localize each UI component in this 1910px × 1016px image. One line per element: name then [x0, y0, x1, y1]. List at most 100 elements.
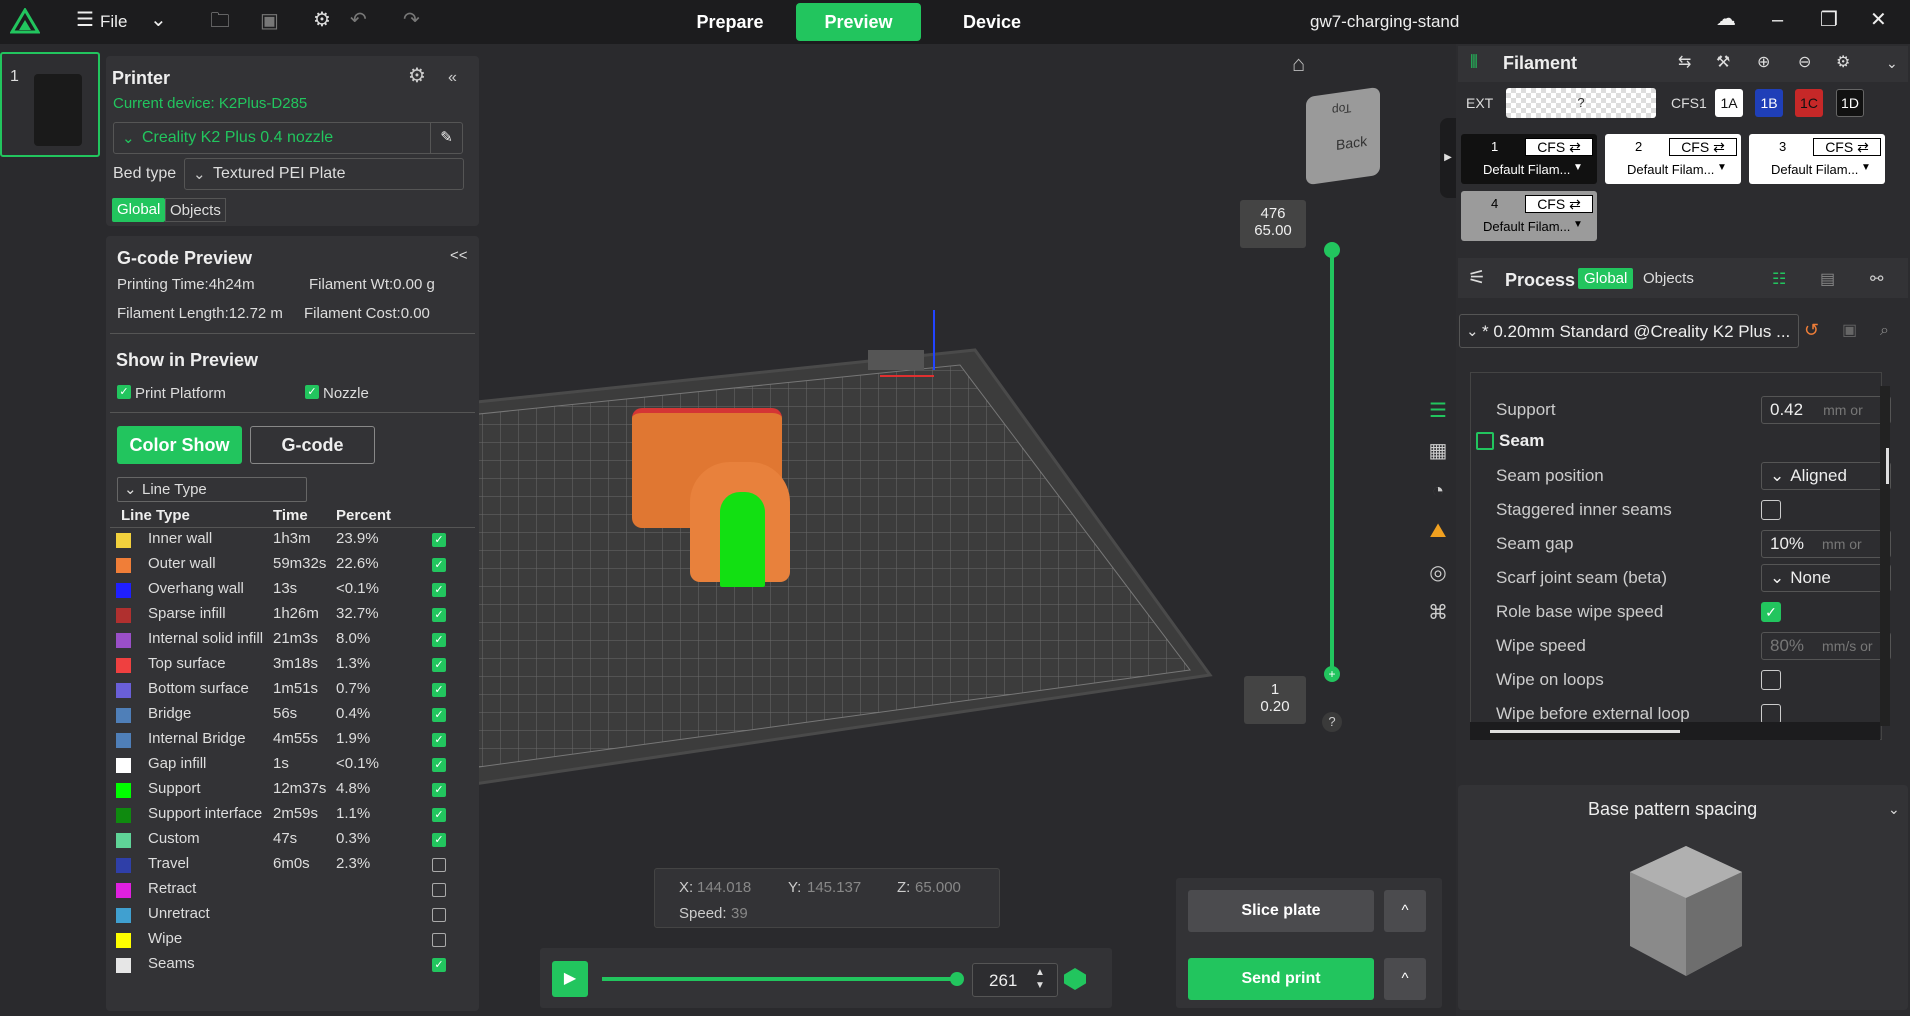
- view-cube-back[interactable]: Back: [1336, 133, 1367, 153]
- legend-checkbox[interactable]: ✓: [432, 533, 446, 547]
- legend-checkbox[interactable]: ✓: [432, 833, 446, 847]
- filament-slot-1[interactable]: 1 CFS ⇄ Default Filam... ▼: [1461, 134, 1597, 184]
- legend-checkbox[interactable]: ✓: [432, 958, 446, 972]
- legend-checkbox[interactable]: ✓: [432, 783, 446, 797]
- slice-plate-button[interactable]: Slice plate: [1188, 890, 1374, 932]
- layer-slider-bottom-handle[interactable]: +: [1324, 666, 1340, 682]
- add-filament-icon[interactable]: ⊕: [1757, 53, 1770, 73]
- cfs-button[interactable]: CFS ⇄: [1813, 138, 1881, 156]
- legend-checkbox[interactable]: ✓: [432, 658, 446, 672]
- tab-objects[interactable]: Objects: [165, 198, 226, 222]
- remove-filament-icon[interactable]: ⊖: [1798, 53, 1811, 73]
- setting-checkbox[interactable]: [1761, 670, 1781, 690]
- tab-prepare[interactable]: Prepare: [680, 3, 780, 41]
- collapse-panel-icon[interactable]: «: [448, 68, 457, 88]
- play-button[interactable]: ▶: [552, 961, 588, 997]
- undo-icon[interactable]: ↶: [350, 10, 367, 30]
- legend-checkbox[interactable]: ✓: [432, 758, 446, 772]
- filament-slot-2[interactable]: 2 CFS ⇄ Default Filam... ▼: [1605, 134, 1741, 184]
- layer-slider-track[interactable]: [1330, 248, 1334, 674]
- view-cube[interactable]: Top Back: [1306, 86, 1380, 186]
- chip-1c[interactable]: 1C: [1795, 89, 1823, 117]
- slot-label[interactable]: Default Filam...: [1483, 162, 1570, 177]
- legend-checkbox[interactable]: ✓: [432, 558, 446, 572]
- send-print-button[interactable]: Send print: [1188, 958, 1374, 1000]
- search-icon[interactable]: ⌕: [1880, 321, 1889, 341]
- spool-settings-icon[interactable]: ⚒: [1716, 53, 1730, 73]
- chip-1b[interactable]: 1B: [1755, 89, 1783, 117]
- open-folder-icon[interactable]: 🗀: [210, 11, 230, 31]
- filament-settings-icon[interactable]: ⚙: [1836, 53, 1850, 73]
- compare-icon[interactable]: ▤: [1820, 270, 1835, 290]
- legend-checkbox[interactable]: [432, 908, 446, 922]
- sync-filament-icon[interactable]: ⇆: [1678, 53, 1691, 73]
- vertical-scroll-thumb[interactable]: [1886, 448, 1889, 484]
- cloud-upload-icon[interactable]: ☁: [1716, 9, 1736, 29]
- setting-input[interactable]: 80% mm/s or: [1761, 632, 1891, 660]
- process-preset-select[interactable]: ⌄ * 0.20mm Standard @Creality K2 Plus ..…: [1459, 314, 1799, 348]
- multimaterial-icon[interactable]: ⌘: [1424, 600, 1452, 628]
- save-preset-icon[interactable]: ▣: [1842, 321, 1857, 341]
- legend-checkbox[interactable]: [432, 858, 446, 872]
- setting-checkbox[interactable]: ✓: [1761, 602, 1781, 622]
- slice-options-button[interactable]: ^: [1384, 890, 1426, 932]
- legend-checkbox[interactable]: ✓: [432, 683, 446, 697]
- printer-preset-select[interactable]: ⌄ Creality K2 Plus 0.4 nozzle ✎: [113, 122, 463, 154]
- send-options-button[interactable]: ^: [1384, 958, 1426, 1000]
- others-icon[interactable]: ◎: [1424, 560, 1452, 588]
- legend-checkbox[interactable]: ✓: [432, 583, 446, 597]
- cfs-button[interactable]: CFS ⇄: [1525, 138, 1593, 156]
- support-input[interactable]: 0.42 mm or: [1761, 396, 1891, 424]
- gcode-collapse-button[interactable]: <<: [450, 247, 468, 264]
- tab-global[interactable]: Global: [112, 198, 166, 222]
- chip-1a[interactable]: 1A: [1715, 89, 1743, 117]
- view-type-select[interactable]: ⌄ Line Type: [117, 477, 307, 502]
- ext-slot[interactable]: ?: [1506, 88, 1656, 118]
- home-icon[interactable]: ⌂: [1292, 53, 1305, 75]
- close-icon[interactable]: ✕: [1870, 10, 1887, 30]
- legend-checkbox[interactable]: ✓: [432, 708, 446, 722]
- printer-settings-icon[interactable]: ⚙: [408, 66, 426, 86]
- setting-select[interactable]: ⌄ None: [1761, 564, 1891, 592]
- reset-icon[interactable]: ↺: [1804, 320, 1819, 340]
- file-menu[interactable]: File: [100, 12, 127, 32]
- setting-select[interactable]: ⌄ Aligned: [1761, 462, 1891, 490]
- slot-label[interactable]: Default Filam...: [1771, 162, 1858, 177]
- quality-icon[interactable]: ▦: [1424, 438, 1452, 466]
- tab-device[interactable]: Device: [942, 3, 1042, 41]
- legend-checkbox[interactable]: ✓: [432, 608, 446, 622]
- playback-handle[interactable]: [950, 972, 964, 986]
- setting-checkbox[interactable]: [1761, 500, 1781, 520]
- layer-slider-top-handle[interactable]: [1324, 242, 1340, 258]
- slot-label[interactable]: Default Filam...: [1483, 219, 1570, 234]
- save-icon[interactable]: ▣: [260, 11, 279, 31]
- tab-preview[interactable]: Preview: [796, 3, 921, 41]
- bed-type-select[interactable]: ⌄ Textured PEI Plate: [184, 158, 464, 190]
- print-platform-checkbox[interactable]: ✓: [117, 385, 131, 399]
- vertical-scrollbar[interactable]: [1880, 386, 1890, 726]
- filament-slot-4[interactable]: 4 CFS ⇄ Default Filam... ▼: [1461, 191, 1597, 241]
- right-panel-toggle[interactable]: ▶: [1440, 118, 1456, 198]
- gear-icon[interactable]: ⚙: [313, 10, 331, 30]
- legend-checkbox[interactable]: ✓: [432, 733, 446, 747]
- chevron-down-icon[interactable]: ⌄: [1886, 53, 1898, 73]
- speed-icon[interactable]: ◔: [1424, 480, 1452, 508]
- share-icon[interactable]: ⚯: [1870, 270, 1883, 290]
- legend-checkbox[interactable]: ✓: [432, 633, 446, 647]
- chevron-down-icon[interactable]: ⌄: [150, 10, 167, 30]
- chevron-down-icon[interactable]: ⌄: [1888, 799, 1900, 819]
- menu-icon[interactable]: ☰: [76, 10, 94, 30]
- setting-checkbox[interactable]: [1761, 704, 1781, 724]
- plate-thumbnail[interactable]: 1: [0, 52, 100, 157]
- minimize-icon[interactable]: –: [1772, 10, 1783, 30]
- gcode-button[interactable]: G-code: [250, 426, 375, 464]
- playback-value-input[interactable]: 261 ▲ ▼: [972, 963, 1058, 997]
- help-icon[interactable]: ?: [1322, 712, 1342, 732]
- cfs-button[interactable]: CFS ⇄: [1669, 138, 1737, 156]
- line-type-icon[interactable]: ☰: [1424, 398, 1452, 426]
- nozzle-checkbox[interactable]: ✓: [305, 385, 319, 399]
- advanced-toggle-icon[interactable]: ☷: [1772, 270, 1786, 290]
- legend-checkbox[interactable]: ✓: [432, 808, 446, 822]
- process-tab-objects[interactable]: Objects: [1643, 270, 1694, 287]
- support-icon[interactable]: ⛰: [1424, 520, 1452, 548]
